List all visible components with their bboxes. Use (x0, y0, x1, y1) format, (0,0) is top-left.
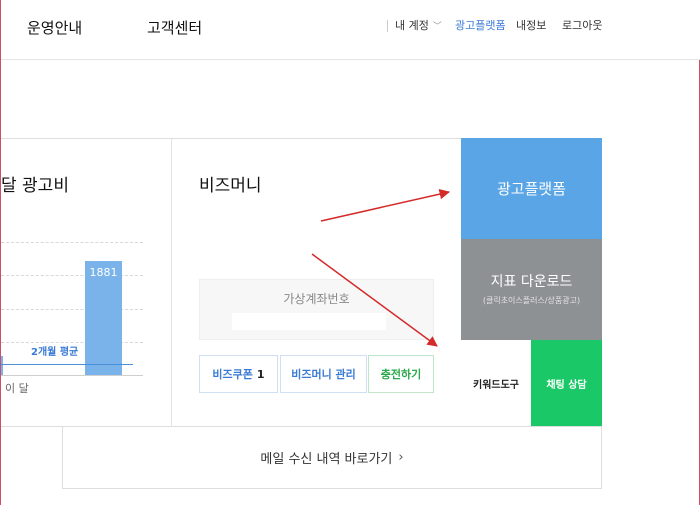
annotation-arrows (311, 188, 451, 347)
annotation-arrow-to-platform (320, 188, 451, 222)
annotation-arrow-to-keyword (311, 253, 438, 347)
